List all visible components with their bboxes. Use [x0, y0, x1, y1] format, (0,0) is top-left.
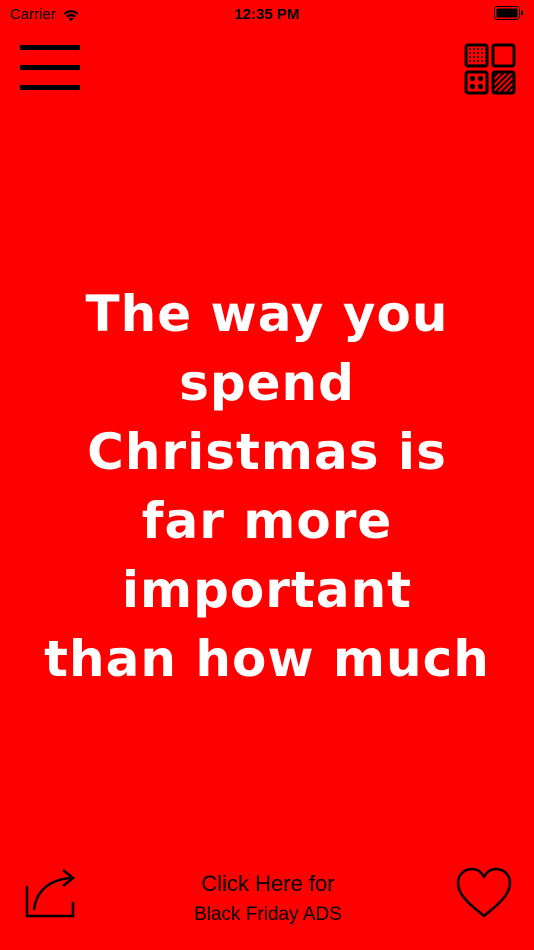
- quote-line: Christmas is: [87, 423, 447, 481]
- share-button[interactable]: [24, 866, 78, 920]
- status-bar: Carrier 12:35 PM: [0, 0, 534, 30]
- quote-text: The way you spend Christmas is far more …: [0, 270, 534, 690]
- quote-line: spend: [179, 354, 355, 412]
- background-pattern-grid-icon: [464, 43, 516, 95]
- quote-line: than how much: [44, 630, 490, 688]
- black-friday-ads-button[interactable]: Click Here for Black Friday ADS: [160, 868, 376, 930]
- favorite-button[interactable]: [455, 866, 513, 920]
- hamburger-menu-icon: [20, 45, 80, 91]
- ads-label-line1: Click Here for: [201, 871, 335, 896]
- quote-line: far more: [141, 492, 393, 550]
- ads-label-line2: Black Friday ADS: [194, 904, 342, 925]
- background-picker-button[interactable]: [464, 43, 516, 95]
- quote-line: important: [121, 561, 413, 619]
- quote-line: The way you: [85, 285, 449, 343]
- heart-icon: [456, 867, 512, 918]
- share-icon: [25, 869, 76, 918]
- menu-button[interactable]: [20, 45, 80, 91]
- battery-icon: [494, 6, 523, 20]
- status-time: 12:35 PM: [234, 6, 300, 23]
